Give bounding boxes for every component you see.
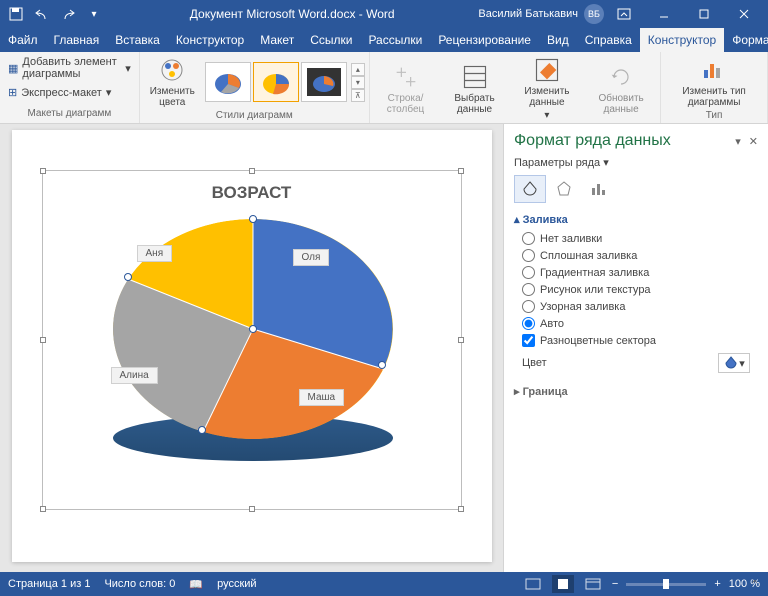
gallery-up-icon[interactable]: ▴ — [351, 63, 365, 76]
color-label: Цвет — [522, 357, 710, 369]
qat-customize-icon[interactable]: ▾ — [82, 2, 106, 26]
refresh-data-button[interactable]: Обновить данные — [586, 61, 656, 117]
switch-row-col-button[interactable]: Строка/столбец — [374, 61, 437, 117]
tab-constructor[interactable]: Конструктор — [168, 28, 252, 52]
pane-options-icon[interactable]: ▾ — [735, 135, 741, 148]
document-area[interactable]: ВОЗРАСТ — [0, 124, 503, 572]
gallery-more-icon[interactable]: ⊼ — [351, 89, 365, 102]
pie-chart[interactable]: Оля Маша Алина Аня — [113, 219, 393, 479]
change-colors-button[interactable]: Изменить цвета — [144, 54, 201, 110]
add-chart-element-button[interactable]: ▦Добавить элемент диаграммы ▾ — [4, 54, 135, 82]
tab-layout[interactable]: Макет — [252, 28, 302, 52]
page: ВОЗРАСТ — [12, 130, 492, 562]
titlebar: ▾ Документ Microsoft Word.docx - Word Ва… — [0, 0, 768, 28]
checkbox-vary-colors[interactable]: Разноцветные сектора — [514, 332, 758, 349]
zoom-in-icon[interactable]: + — [714, 578, 720, 590]
fill-line-tab-icon[interactable] — [514, 175, 546, 203]
chart-object[interactable]: ВОЗРАСТ — [42, 170, 462, 510]
group-chart-styles: Стили диаграмм — [144, 110, 365, 123]
user-badge: ВБ — [584, 4, 604, 24]
slice-label-masha[interactable]: Маша — [299, 389, 345, 406]
user-name: Василий Батькавич — [478, 8, 578, 20]
chart-style-3[interactable] — [301, 62, 347, 102]
ribbon: ▦Добавить элемент диаграммы ▾ ⊞Экспресс-… — [0, 52, 768, 124]
radio-picture-fill[interactable]: Рисунок или текстура — [514, 281, 758, 298]
select-data-button[interactable]: Выбрать данные — [441, 61, 508, 117]
ribbon-tabs: Файл Главная Вставка Конструктор Макет С… — [0, 28, 768, 52]
close-icon[interactable] — [724, 0, 764, 28]
slice-label-olya[interactable]: Оля — [293, 249, 330, 266]
series-options-dropdown[interactable]: Параметры ряда ▾ — [514, 156, 758, 169]
document-title: Документ Microsoft Word.docx - Word — [106, 7, 478, 21]
pane-close-icon[interactable]: ✕ — [749, 135, 758, 148]
border-section-header[interactable]: ▸ Граница — [514, 385, 758, 398]
effects-tab-icon[interactable] — [548, 175, 580, 203]
group-chart-layouts: Макеты диаграмм — [4, 108, 135, 121]
ribbon-options-icon[interactable] — [604, 0, 644, 28]
chart-style-2[interactable] — [253, 62, 299, 102]
minimize-icon[interactable] — [644, 0, 684, 28]
tab-home[interactable]: Главная — [46, 28, 108, 52]
radio-gradient-fill[interactable]: Градиентная заливка — [514, 264, 758, 281]
zoom-out-icon[interactable]: − — [612, 578, 618, 590]
color-picker-button[interactable]: ▾ — [718, 353, 750, 373]
statusbar: Страница 1 из 1 Число слов: 0 📖 русский … — [0, 572, 768, 596]
workspace: ВОЗРАСТ — [0, 124, 768, 572]
chart-title[interactable]: ВОЗРАСТ — [43, 183, 461, 203]
read-mode-icon[interactable] — [522, 575, 544, 593]
slice-label-alina[interactable]: Алина — [111, 367, 158, 384]
tab-format[interactable]: Формат — [724, 28, 768, 52]
spellcheck-icon[interactable]: 📖 — [189, 578, 203, 591]
quick-layout-button[interactable]: ⊞Экспресс-макет ▾ — [4, 84, 115, 101]
slice-label-anya[interactable]: Аня — [137, 245, 173, 262]
page-count[interactable]: Страница 1 из 1 — [8, 578, 90, 590]
maximize-icon[interactable] — [684, 0, 724, 28]
tab-mailings[interactable]: Рассылки — [360, 28, 430, 52]
tab-view[interactable]: Вид — [539, 28, 577, 52]
series-options-tab-icon[interactable] — [582, 175, 614, 203]
radio-no-fill[interactable]: Нет заливки — [514, 230, 758, 247]
gallery-down-icon[interactable]: ▾ — [351, 76, 365, 89]
word-count[interactable]: Число слов: 0 — [104, 578, 175, 590]
zoom-slider[interactable] — [626, 583, 706, 586]
radio-auto-fill[interactable]: Авто — [514, 315, 758, 332]
pane-title: Формат ряда данных — [514, 132, 671, 150]
redo-icon[interactable] — [56, 2, 80, 26]
tab-insert[interactable]: Вставка — [107, 28, 168, 52]
chart-styles-gallery: ▴ ▾ ⊼ — [205, 62, 365, 102]
user-account[interactable]: Василий Батькавич ВБ — [478, 4, 604, 24]
save-icon[interactable] — [4, 2, 28, 26]
tab-references[interactable]: Ссылки — [302, 28, 360, 52]
change-chart-type-button[interactable]: Изменить тип диаграммы — [665, 54, 763, 110]
radio-pattern-fill[interactable]: Узорная заливка — [514, 298, 758, 315]
web-layout-icon[interactable] — [582, 575, 604, 593]
tab-review[interactable]: Рецензирование — [430, 28, 539, 52]
collapse-ribbon-icon[interactable]: ⌃ — [750, 578, 764, 592]
print-layout-icon[interactable] — [552, 575, 574, 593]
tab-chart-constructor[interactable]: Конструктор — [640, 28, 724, 52]
radio-solid-fill[interactable]: Сплошная заливка — [514, 247, 758, 264]
tab-file[interactable]: Файл — [0, 28, 46, 52]
language[interactable]: русский — [217, 578, 256, 590]
group-type: Тип — [665, 110, 763, 123]
format-pane: Формат ряда данных ▾ ✕ Параметры ряда ▾ … — [503, 124, 768, 572]
edit-data-button[interactable]: Изменить данные ▾ — [512, 54, 582, 123]
fill-section-header[interactable]: ▴ Заливка — [514, 213, 758, 226]
tab-help[interactable]: Справка — [577, 28, 640, 52]
chart-style-1[interactable] — [205, 62, 251, 102]
undo-icon[interactable] — [30, 2, 54, 26]
